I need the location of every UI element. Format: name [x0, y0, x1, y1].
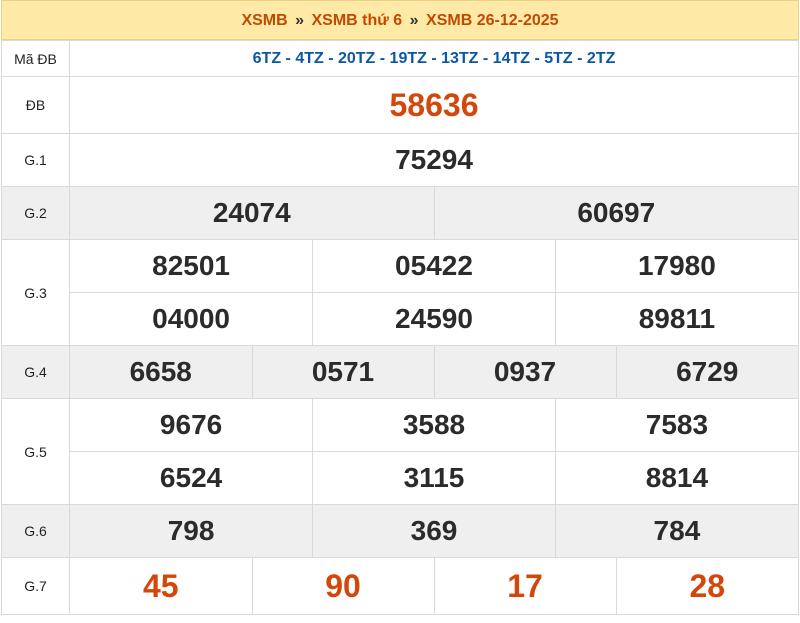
prize-db-number: 58636 — [389, 86, 479, 123]
prize-g5-number: 9676 — [159, 409, 223, 440]
breadcrumb-xsmb-weekday[interactable]: XSMB thứ 6 — [312, 12, 403, 29]
special-codes-cell: 6TZ - 4TZ - 20TZ - 19TZ - 13TZ - 14TZ - … — [69, 40, 799, 77]
row-g3: G.3 82501 05422 17980 — [1, 239, 799, 346]
prize-g7-cell: 28 — [615, 558, 798, 614]
prize-g6-number: 784 — [653, 515, 701, 546]
prize-g3-group: 82501 05422 17980 — [69, 239, 799, 293]
prize-g3-number: 17980 — [637, 250, 716, 281]
prize-g3-number: 89811 — [638, 303, 716, 334]
label-g5: G.5 — [1, 398, 70, 505]
prize-g6-group: 798 369 784 — [69, 504, 799, 558]
label-g2: G.2 — [1, 186, 70, 240]
prize-g6-number: 369 — [410, 515, 458, 546]
prize-g5-number: 3115 — [403, 462, 465, 493]
prize-g7-group: 45 90 17 28 — [69, 557, 799, 615]
prize-g4-cell: 6658 — [70, 346, 252, 398]
prize-g4-number: 6729 — [676, 356, 739, 387]
label-db: ĐB — [1, 76, 70, 134]
row-g5: G.5 9676 3588 7583 — [1, 398, 799, 505]
prize-g3-cell: 17980 — [554, 240, 798, 292]
label-g7: G.7 — [1, 557, 70, 615]
prize-g4-number: 0937 — [493, 356, 557, 387]
row-g7: G.7 45 90 17 28 — [1, 557, 799, 615]
prize-g5-group: 6524 3115 8814 — [69, 451, 799, 505]
label-g6: G.6 — [1, 504, 70, 558]
special-codes: 6TZ - 4TZ - 20TZ - 19TZ - 13TZ - 14TZ - … — [252, 49, 616, 67]
prize-g3-cell: 05422 — [312, 240, 556, 292]
prize-g3-number: 05422 — [395, 250, 473, 281]
prize-g3-number: 04000 — [152, 303, 231, 334]
prize-g4-cell: 0571 — [251, 346, 434, 398]
prize-g6-cell: 784 — [554, 505, 798, 557]
prize-g5-cell: 3115 — [312, 452, 556, 504]
prize-g2-group: 24074 60697 — [69, 186, 799, 240]
prize-db: 58636 — [69, 76, 799, 134]
prize-g5-cell: 8814 — [554, 452, 798, 504]
prize-g4-cell: 6729 — [615, 346, 798, 398]
row-g6: G.6 798 369 784 — [1, 504, 799, 558]
prize-g6-number: 798 — [167, 515, 215, 546]
prize-g3-cell: 04000 — [70, 293, 313, 345]
results-panel: XSMB » XSMB thứ 6 » XSMB 26-12-2025 Mã Đ… — [1, 0, 799, 615]
prize-g5-number: 7583 — [645, 409, 709, 440]
prize-g4-cell: 0937 — [433, 346, 616, 398]
prize-g3-number: 24590 — [395, 303, 473, 334]
label-code: Mã ĐB — [1, 40, 70, 77]
label-g4: G.4 — [1, 345, 70, 399]
breadcrumb-xsmb-date[interactable]: XSMB 26-12-2025 — [426, 12, 559, 29]
prize-g7-cell: 45 — [70, 558, 252, 614]
row-g3-second: 04000 24590 89811 — [2, 292, 799, 346]
prize-g3-number: 82501 — [152, 250, 231, 281]
prize-g4-group: 6658 0571 0937 6729 — [69, 345, 799, 399]
prize-g3-cell: 89811 — [554, 293, 798, 345]
row-db: ĐB 58636 — [1, 76, 799, 134]
prize-g5-number: 8814 — [645, 462, 709, 493]
row-g5-second: 6524 3115 8814 — [2, 451, 799, 505]
prize-g6-cell: 369 — [312, 505, 556, 557]
prize-g7-number: 28 — [689, 567, 726, 604]
prize-g3-group: 04000 24590 89811 — [69, 292, 799, 346]
prize-g2-cell: 60697 — [433, 187, 798, 239]
prize-g5-cell: 3588 — [312, 399, 556, 451]
breadcrumb-xsmb[interactable]: XSMB — [241, 12, 287, 29]
prize-g2-cell: 24074 — [70, 187, 434, 239]
row-special-codes: Mã ĐB 6TZ - 4TZ - 20TZ - 19TZ - 13TZ - 1… — [1, 40, 799, 77]
prize-g7-number: 45 — [142, 567, 179, 604]
row-g4: G.4 6658 0571 0937 6729 — [1, 345, 799, 399]
row-g1: G.1 75294 — [1, 133, 799, 187]
prize-g7-cell: 90 — [251, 558, 434, 614]
label-g3: G.3 — [1, 239, 70, 346]
prize-g2-number: 24074 — [212, 197, 291, 228]
prize-g6-cell: 798 — [70, 505, 313, 557]
prize-g5-cell: 6524 — [70, 452, 313, 504]
row-g2: G.2 24074 60697 — [1, 186, 799, 240]
prize-g5-number: 6524 — [159, 462, 223, 493]
prize-g3-cell: 24590 — [312, 293, 556, 345]
prize-g7-number: 90 — [325, 567, 361, 604]
prize-g1: 75294 — [69, 133, 799, 187]
label-g1: G.1 — [1, 133, 70, 187]
prize-g7-cell: 17 — [433, 558, 616, 614]
results-table: Mã ĐB 6TZ - 4TZ - 20TZ - 19TZ - 13TZ - 1… — [1, 40, 799, 615]
prize-g3-cell: 82501 — [70, 240, 313, 292]
prize-g4-number: 0571 — [311, 356, 375, 387]
breadcrumb-separator: » — [409, 12, 419, 29]
breadcrumb-separator: » — [295, 12, 305, 29]
breadcrumb: XSMB » XSMB thứ 6 » XSMB 26-12-2025 — [1, 0, 799, 40]
prize-g5-group: 9676 3588 7583 — [69, 398, 799, 452]
prize-g2-number: 60697 — [577, 197, 656, 228]
prize-g5-cell: 9676 — [70, 399, 313, 451]
prize-g7-number: 17 — [507, 567, 543, 604]
prize-g5-cell: 7583 — [554, 399, 798, 451]
prize-g4-number: 6658 — [129, 356, 192, 387]
prize-g5-number: 3588 — [402, 409, 466, 440]
prize-g1-number: 75294 — [395, 144, 473, 175]
